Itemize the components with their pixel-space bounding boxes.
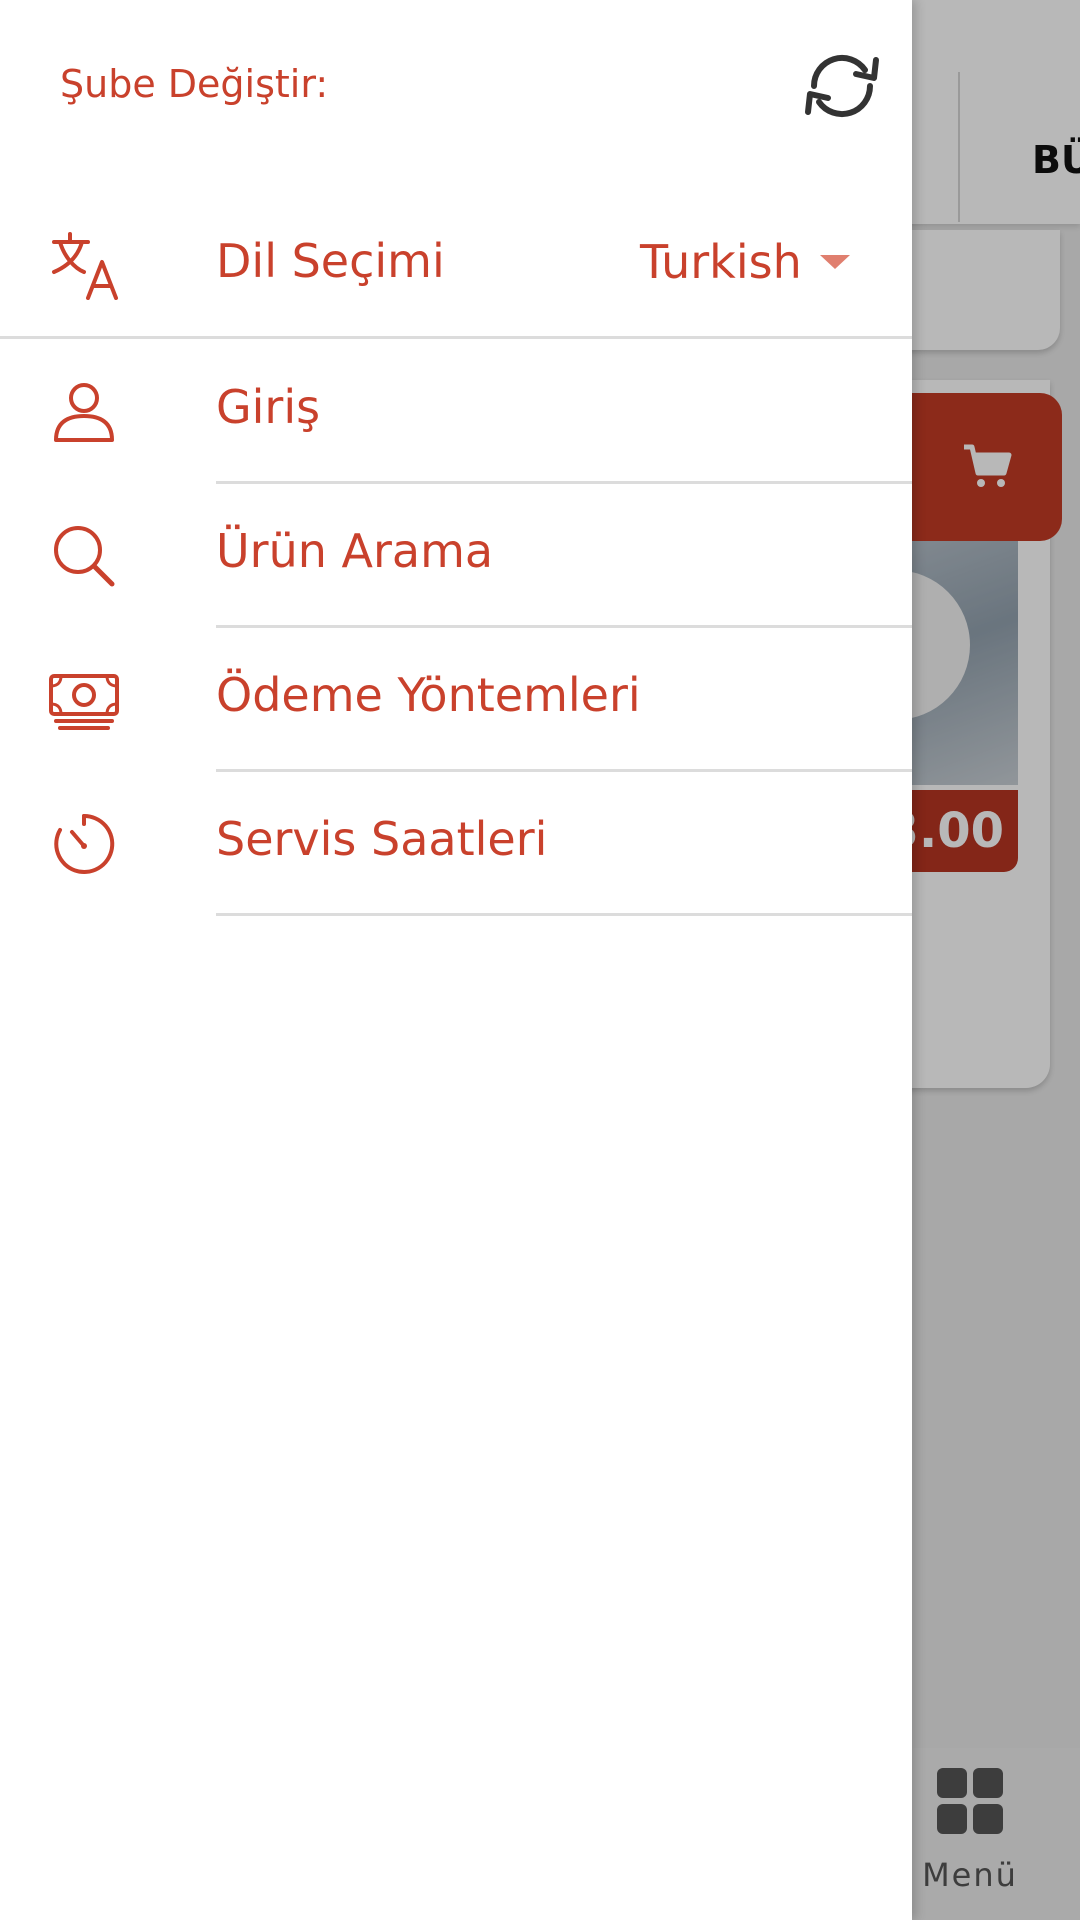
refresh-icon bbox=[805, 55, 879, 117]
menu-item-login[interactable]: Giriş bbox=[0, 340, 912, 484]
timer-icon bbox=[54, 813, 115, 874]
change-branch-button[interactable] bbox=[796, 40, 888, 132]
menu-item-label: Servis Saatleri bbox=[216, 812, 548, 866]
user-icon bbox=[54, 383, 114, 442]
menu-item-payment-methods[interactable]: Ödeme Yöntemleri bbox=[0, 628, 912, 772]
menu-item-label: Giriş bbox=[216, 380, 321, 434]
language-selected-value: Turkish bbox=[640, 235, 802, 289]
menu-item-label: Ödeme Yöntemleri bbox=[216, 668, 641, 722]
drawer-menu-list: Giriş Ürün Arama Ödeme Yöntemleri Servis… bbox=[0, 340, 912, 916]
menu-item-service-hours[interactable]: Servis Saatleri bbox=[0, 772, 912, 916]
chevron-down-icon bbox=[819, 255, 850, 269]
menu-divider bbox=[216, 913, 912, 916]
language-label: Dil Seçimi bbox=[216, 234, 445, 288]
language-selection-row: Dil Seçimi Turkish bbox=[0, 218, 912, 339]
menu-item-product-search[interactable]: Ürün Arama bbox=[0, 484, 912, 628]
translate-icon bbox=[52, 232, 118, 300]
branch-change-label: Şube Değiştir: bbox=[60, 62, 329, 106]
money-icon bbox=[49, 674, 119, 730]
menu-item-label: Ürün Arama bbox=[216, 524, 494, 578]
search-icon bbox=[54, 526, 115, 587]
language-dropdown[interactable]: Turkish bbox=[640, 226, 850, 298]
navigation-drawer: Şube Değiştir: Dil Seçimi Turkish Giriş bbox=[0, 0, 912, 1920]
